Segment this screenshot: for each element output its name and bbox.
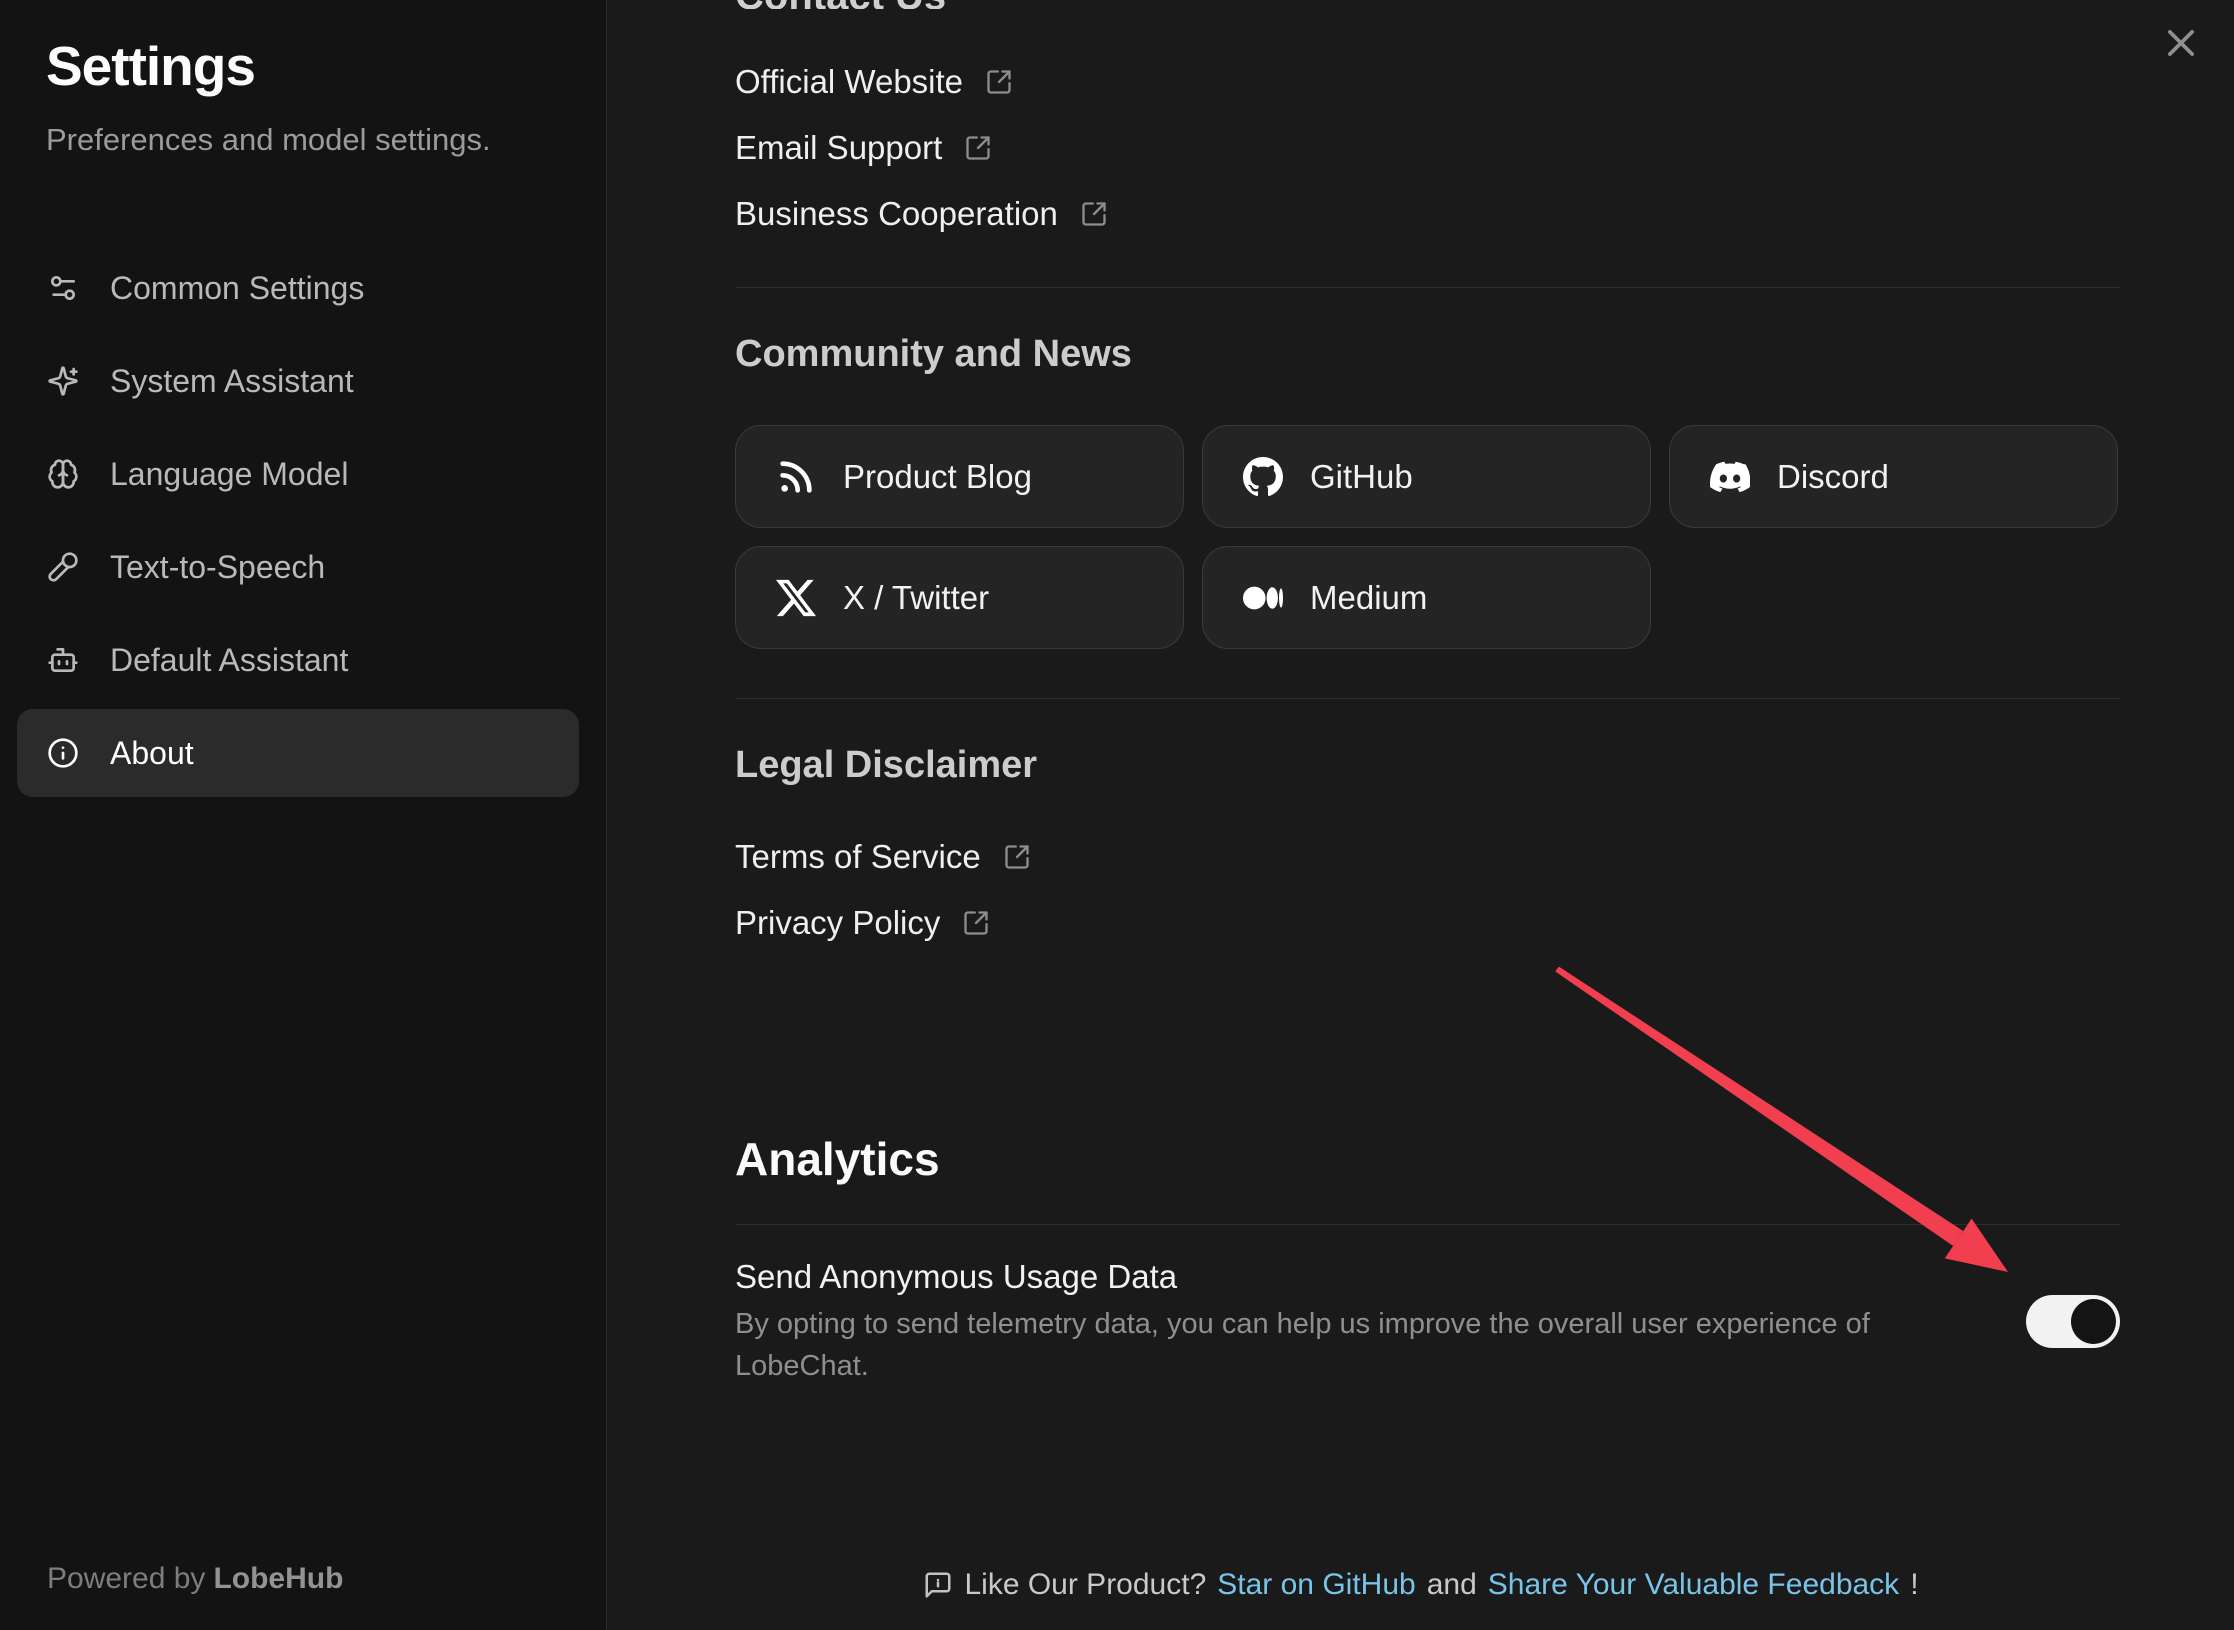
x-twitter-button[interactable]: X / Twitter — [735, 546, 1184, 649]
sliders-icon — [47, 272, 79, 304]
external-link-icon — [985, 68, 1013, 96]
community-buttons: Product Blog GitHub Discord X / Twitter … — [735, 425, 2120, 649]
link-label: Business Cooperation — [735, 195, 1058, 233]
email-support-link[interactable]: Email Support — [735, 115, 992, 181]
settings-sidebar: Settings Preferences and model settings.… — [0, 0, 607, 1630]
share-feedback-link[interactable]: Share Your Valuable Feedback — [1488, 1568, 1899, 1602]
sidebar-item-label: Common Settings — [110, 270, 364, 307]
official-website-link[interactable]: Official Website — [735, 49, 1013, 115]
close-button[interactable] — [2162, 24, 2200, 62]
sidebar-item-label: Language Model — [110, 456, 348, 493]
brain-icon — [47, 458, 79, 490]
toggle-knob — [2071, 1299, 2116, 1344]
section-divider — [735, 1224, 2120, 1225]
powered-by-text: Powered by — [47, 1562, 205, 1595]
link-label: Terms of Service — [735, 838, 981, 876]
medium-button[interactable]: Medium — [1202, 546, 1651, 649]
sidebar-item-about[interactable]: About — [17, 709, 579, 797]
close-icon — [2162, 24, 2200, 62]
sparkles-icon — [47, 365, 79, 397]
sidebar-item-text-to-speech[interactable]: Text-to-Speech — [17, 523, 579, 611]
sidebar-item-language-model[interactable]: Language Model — [17, 430, 579, 518]
about-panel: Contact Us Official Website Email Suppor… — [608, 0, 2234, 1630]
contact-us-heading: Contact Us — [735, 0, 946, 9]
contact-links: Official Website Email Support Business … — [735, 49, 2120, 247]
bot-icon — [47, 644, 79, 676]
external-link-icon — [1080, 200, 1108, 228]
sidebar-item-system-assistant[interactable]: System Assistant — [17, 337, 579, 425]
sidebar-item-label: Default Assistant — [110, 642, 348, 679]
discord-icon — [1710, 457, 1750, 497]
button-label: Product Blog — [843, 458, 1032, 496]
info-icon — [47, 737, 79, 769]
sidebar-item-label: System Assistant — [110, 363, 354, 400]
mic-icon — [47, 551, 79, 583]
contact-us-section: Contact Us — [735, 0, 2120, 9]
link-label: Email Support — [735, 129, 942, 167]
external-link-icon — [1003, 843, 1031, 871]
powered-by: Powered byLobeHub — [47, 1562, 343, 1596]
medium-icon — [1243, 578, 1283, 618]
discord-button[interactable]: Discord — [1669, 425, 2118, 528]
link-label: Privacy Policy — [735, 904, 940, 942]
link-label: Official Website — [735, 63, 963, 101]
analytics-heading: Analytics — [735, 1133, 2120, 1185]
sidebar-item-common-settings[interactable]: Common Settings — [17, 244, 579, 332]
privacy-policy-link[interactable]: Privacy Policy — [735, 890, 990, 956]
business-cooperation-link[interactable]: Business Cooperation — [735, 181, 1108, 247]
legal-heading: Legal Disclaimer — [735, 743, 2120, 787]
terms-of-service-link[interactable]: Terms of Service — [735, 824, 1031, 890]
lobehub-brand[interactable]: LobeHub — [213, 1562, 343, 1595]
sidebar-item-label: Text-to-Speech — [110, 549, 325, 586]
github-icon — [1243, 457, 1283, 497]
product-blog-button[interactable]: Product Blog — [735, 425, 1184, 528]
github-button[interactable]: GitHub — [1202, 425, 1651, 528]
section-divider — [735, 698, 2120, 699]
button-label: X / Twitter — [843, 579, 989, 617]
external-link-icon — [964, 134, 992, 162]
page-title: Settings — [46, 34, 255, 98]
footer-text: ! — [1910, 1568, 1918, 1602]
legal-links: Terms of Service Privacy Policy — [735, 824, 2120, 956]
usage-data-label: Send Anonymous Usage Data — [735, 1255, 1986, 1299]
button-label: GitHub — [1310, 458, 1413, 496]
usage-data-toggle[interactable] — [2026, 1295, 2120, 1348]
section-divider — [735, 287, 2120, 288]
usage-data-description: By opting to send telemetry data, you ca… — [735, 1303, 1986, 1387]
usage-data-texts: Send Anonymous Usage Data By opting to s… — [735, 1255, 1986, 1387]
external-link-icon — [962, 909, 990, 937]
community-heading: Community and News — [735, 332, 2120, 376]
usage-data-setting: Send Anonymous Usage Data By opting to s… — [735, 1255, 2120, 1387]
sidebar-item-label: About — [110, 735, 194, 772]
settings-nav: Common Settings System Assistant Languag… — [17, 244, 579, 797]
sidebar-item-default-assistant[interactable]: Default Assistant — [17, 616, 579, 704]
button-label: Discord — [1777, 458, 1889, 496]
button-label: Medium — [1310, 579, 1427, 617]
star-on-github-link[interactable]: Star on GitHub — [1217, 1568, 1415, 1602]
page-subtitle: Preferences and model settings. — [46, 122, 491, 158]
rss-icon — [776, 457, 816, 497]
x-icon — [776, 578, 816, 618]
footer-text: and — [1427, 1568, 1477, 1602]
feedback-footer: Like Our Product? Star on GitHub and Sha… — [608, 1568, 2234, 1602]
message-square-icon — [923, 1570, 953, 1600]
footer-text: Like Our Product? — [964, 1568, 1206, 1602]
